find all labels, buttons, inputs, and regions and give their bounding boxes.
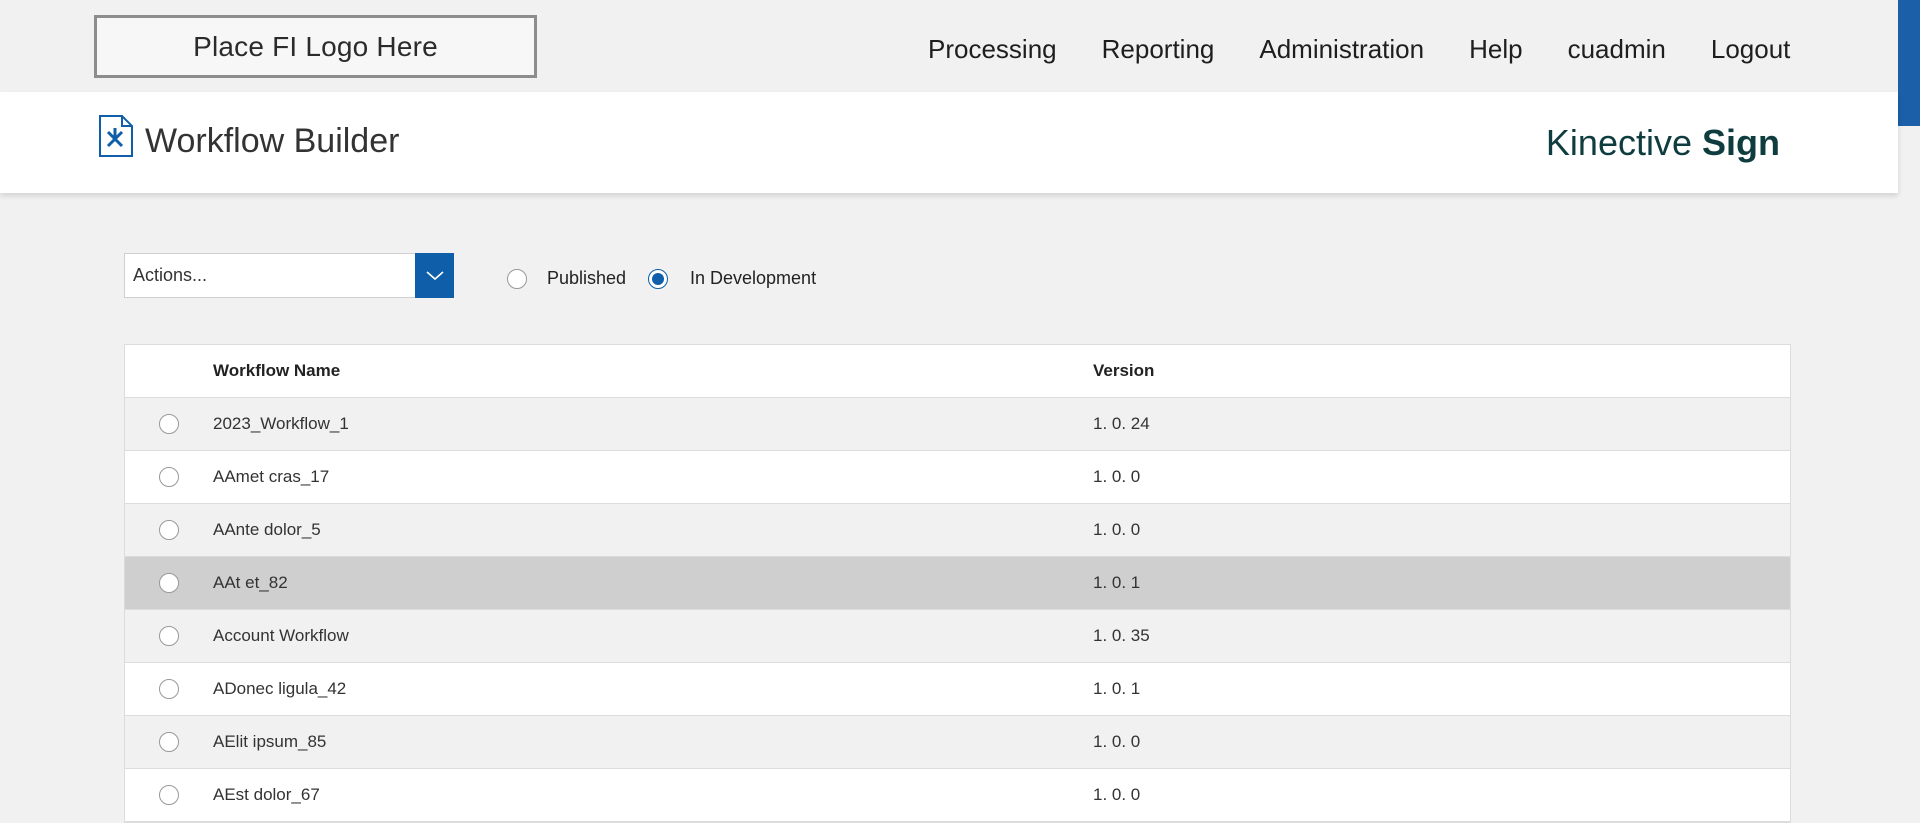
row-select-radio[interactable] [159,785,179,805]
workflow-name: AAt et_82 [213,573,288,592]
workflow-version: 1. 0. 1 [1093,573,1141,592]
page-header: Workflow Builder Kinective Sign [0,92,1898,193]
table-row[interactable]: ADonec ligula_42 1. 0. 1 [125,663,1790,716]
workflow-name: ADonec ligula_42 [213,679,347,698]
table-header: Workflow Name Version [125,345,1790,398]
table-row[interactable]: AElit ipsum_85 1. 0. 0 [125,716,1790,769]
table-row[interactable]: AAnte dolor_5 1. 0. 0 [125,504,1790,557]
workflow-version: 1. 0. 0 [1093,520,1141,539]
header-workflow-name[interactable]: Workflow Name [213,361,1093,381]
workflow-name: AEst dolor_67 [213,785,320,804]
brand-bold: Sign [1702,122,1780,163]
workflow-version: 1. 0. 1 [1093,679,1141,698]
workflow-name: AAnte dolor_5 [213,520,321,539]
row-select-radio[interactable] [159,520,179,540]
nav-logout[interactable]: Logout [1711,34,1791,65]
nav-reporting[interactable]: Reporting [1102,34,1215,65]
workflow-table: Workflow Name Version 2023_Workflow_1 1.… [124,344,1791,823]
fi-logo[interactable]: Place FI Logo Here [94,15,537,78]
filter-in-development[interactable]: In Development [648,268,816,289]
workflow-tools-icon [99,115,133,157]
scrollbar-thumb[interactable] [1898,0,1920,126]
brand-name: Kinective Sign [1546,122,1780,164]
actions-dropdown-button[interactable] [415,253,454,298]
row-select-radio[interactable] [159,414,179,434]
workflow-name: AAmet cras_17 [213,467,330,486]
row-select-radio[interactable] [159,626,179,646]
page-title: Workflow Builder [145,122,400,160]
filter-published[interactable]: Published [507,268,626,289]
in-development-label: In Development [690,268,817,288]
workflow-name: Account Workflow [213,626,349,645]
brand-main: Kinective [1545,122,1702,163]
workflow-name: 2023_Workflow_1 [213,414,349,433]
nav-help[interactable]: Help [1469,34,1522,65]
workflow-version: 1. 0. 0 [1093,785,1141,804]
in-development-radio[interactable] [648,268,668,289]
nav-user[interactable]: cuadmin [1568,34,1666,65]
main-nav: Processing Reporting Administration Help… [928,34,1790,65]
published-radio[interactable] [507,268,527,289]
top-bar: Place FI Logo Here Processing Reporting … [0,0,1898,92]
actions-select[interactable]: Actions... [124,253,415,298]
row-select-radio[interactable] [159,679,179,699]
table-row[interactable]: AAt et_82 1. 0. 1 [125,557,1790,610]
header-version[interactable]: Version [1093,361,1790,381]
workflow-name: AElit ipsum_85 [213,732,327,751]
row-select-radio[interactable] [159,573,179,593]
table-row[interactable]: AEst dolor_67 1. 0. 0 [125,769,1790,822]
row-select-radio[interactable] [159,732,179,752]
published-label: Published [547,268,627,288]
table-row[interactable]: 2023_Workflow_1 1. 0. 24 [125,398,1790,451]
table-row[interactable]: AAmet cras_17 1. 0. 0 [125,451,1790,504]
workflow-version: 1. 0. 24 [1093,414,1150,433]
table-row[interactable]: Account Workflow 1. 0. 35 [125,610,1790,663]
row-select-radio[interactable] [159,467,179,487]
workflow-version: 1. 0. 35 [1093,626,1150,645]
workflow-version: 1. 0. 0 [1093,732,1141,751]
logo-text: Place FI Logo Here [193,30,438,62]
nav-administration[interactable]: Administration [1259,34,1424,65]
workflow-version: 1. 0. 0 [1093,467,1141,486]
actions-dropdown[interactable]: Actions... [124,253,454,298]
nav-processing[interactable]: Processing [928,34,1057,65]
chevron-down-icon [425,270,444,280]
